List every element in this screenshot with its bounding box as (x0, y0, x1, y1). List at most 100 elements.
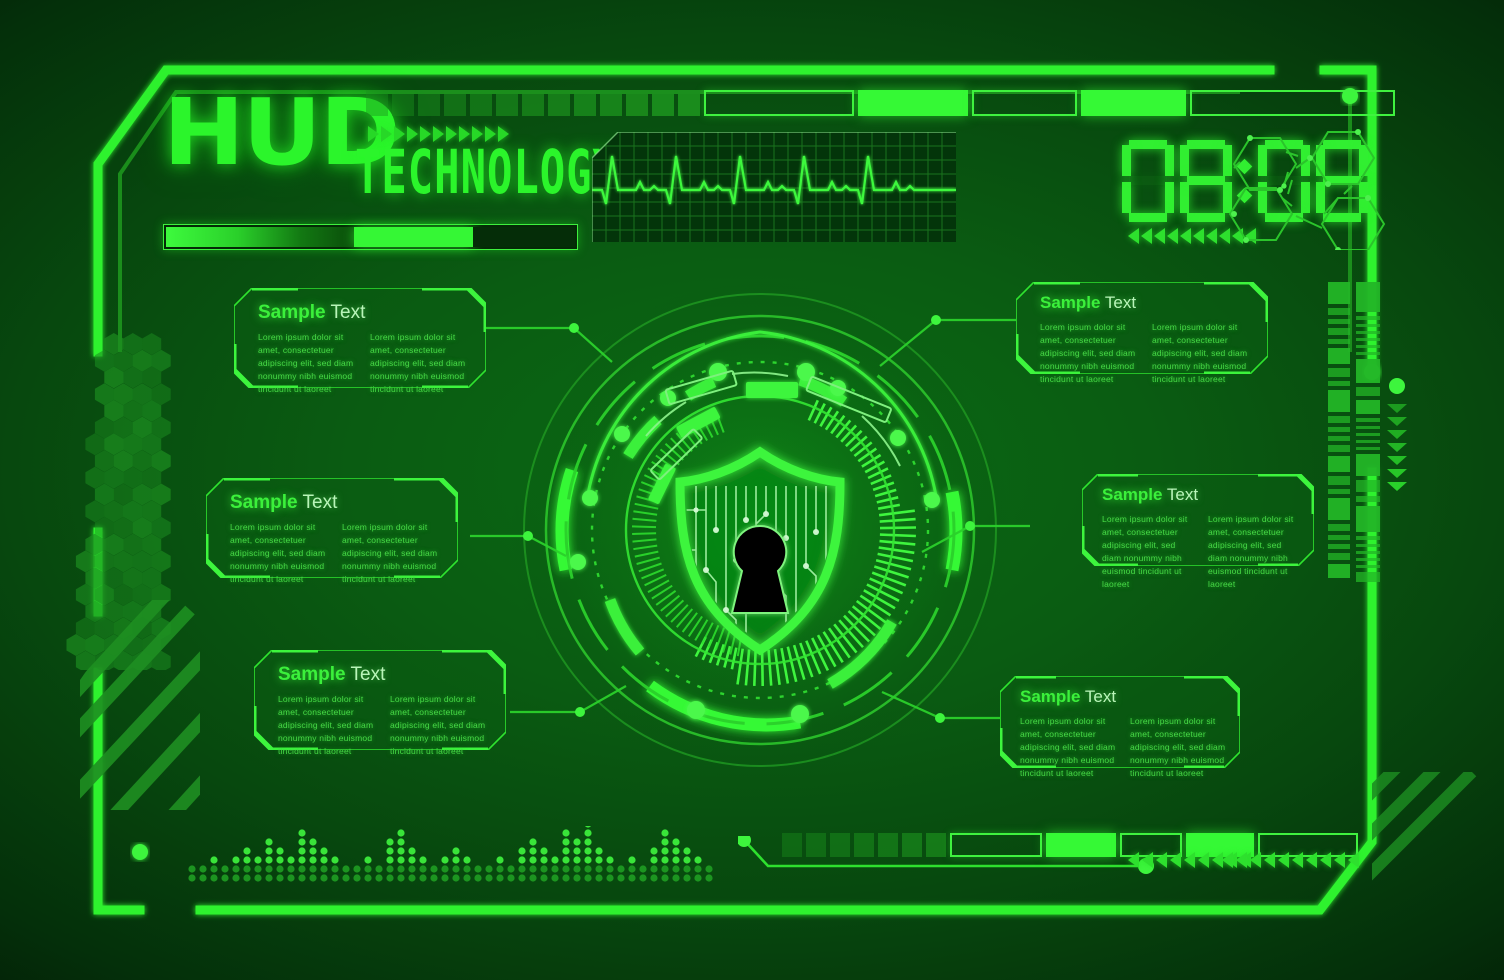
equalizer-dot (518, 865, 525, 872)
segment-square (548, 90, 570, 116)
equalizer-dot (320, 856, 327, 863)
equalizer-dot (628, 865, 635, 872)
equalizer-dot (254, 856, 261, 863)
indicator-bar (1328, 498, 1350, 520)
equalizer-dot (683, 874, 690, 881)
panel-bottom-left[interactable]: Sample Text Lorem ipsum dolor sit amet, … (254, 650, 506, 750)
panel-top-left[interactable]: Sample Text Lorem ipsum dolor sit amet, … (234, 288, 486, 388)
equalizer-dot (540, 856, 547, 863)
arrow-left-icon (1167, 228, 1178, 244)
panel-text-column: Lorem ipsum dolor sit amet, consectetuer… (1152, 321, 1250, 386)
arrow-left-icon (1348, 852, 1359, 868)
equalizer-dot (474, 865, 481, 872)
equalizer-dot (683, 856, 690, 863)
equalizer-dot (551, 856, 558, 863)
equalizer-dot (276, 865, 283, 872)
clock-segment (1180, 145, 1189, 176)
equalizer-dot (452, 865, 459, 872)
equalizer-dot (584, 838, 591, 845)
ecg-waveform (592, 132, 956, 242)
equalizer-dot (672, 838, 679, 845)
equalizer-dot (573, 847, 580, 854)
equalizer-dot (672, 865, 679, 872)
equalizer-dot (507, 865, 514, 872)
progress-bar[interactable] (163, 224, 578, 250)
segment-square (366, 90, 388, 116)
equalizer-dot (639, 865, 646, 872)
equalizer-dot (683, 865, 690, 872)
arrow-left-icon (1292, 852, 1303, 868)
indicator-bar (1328, 489, 1350, 494)
segment-square (878, 833, 898, 857)
equalizer-dot (221, 865, 228, 872)
equalizer-dot (650, 847, 657, 854)
equalizer-dot (452, 847, 459, 854)
top-segment-bar (366, 90, 1395, 116)
indicator-bar (1328, 416, 1350, 423)
chevron-down-icon (1387, 417, 1407, 426)
equalizer-dot (265, 838, 272, 845)
arrow-left-icon (1184, 852, 1195, 868)
arrow-left-icon (1278, 852, 1289, 868)
equalizer-dot (298, 874, 305, 881)
indicator-bar (1328, 319, 1350, 324)
indicator-bar (1328, 348, 1350, 364)
equalizer-dot (507, 874, 514, 881)
equalizer-dot (375, 874, 382, 881)
equalizer-dot (573, 838, 580, 845)
equalizer-dot (188, 865, 195, 872)
equalizer-dot (595, 856, 602, 863)
segment-square (418, 90, 440, 116)
equalizer-dot (386, 838, 393, 845)
equalizer-dot (463, 874, 470, 881)
equalizer-dot (342, 865, 349, 872)
segment-bar-outline (704, 90, 854, 116)
equalizer-dot (650, 874, 657, 881)
central-shield-hud (500, 270, 1020, 790)
equalizer-dot (485, 874, 492, 881)
panel-top-right[interactable]: Sample Text Lorem ipsum dolor sit amet, … (1016, 282, 1268, 374)
equalizer-dot (650, 856, 657, 863)
clock-segment (1187, 213, 1225, 222)
panel-mid-right[interactable]: Sample Text Lorem ipsum dolor sit amet, … (1082, 474, 1314, 566)
indicator-bar (1356, 454, 1380, 476)
node-dot (1389, 378, 1405, 394)
chevron-right-icon (485, 126, 496, 142)
equalizer-dot (386, 856, 393, 863)
equalizer-dot (419, 865, 426, 872)
arrow-left-icon (1193, 228, 1204, 244)
equalizer-dot (254, 874, 261, 881)
equalizer-dot (441, 874, 448, 881)
panel-heading: Sample Text (1040, 292, 1250, 314)
panel-mid-left[interactable]: Sample Text Lorem ipsum dolor sit amet, … (206, 478, 458, 578)
clock-segment (1165, 145, 1174, 176)
arrow-left-icon (1320, 852, 1331, 868)
equalizer-dot (243, 865, 250, 872)
equalizer-dot (265, 856, 272, 863)
panel-text-column: Lorem ipsum dolor sit amet, consectetuer… (278, 693, 376, 758)
indicator-bar (1328, 456, 1350, 472)
equalizer-dot (617, 874, 624, 881)
equalizer-dot (419, 856, 426, 863)
equalizer-dot (320, 874, 327, 881)
indicator-bar (1356, 551, 1380, 554)
equalizer-dot (606, 856, 613, 863)
panel-text-column: Lorem ipsum dolor sit amet, consectetuer… (1020, 715, 1116, 780)
indicator-bar (1356, 558, 1380, 561)
segment-bar-outline (950, 833, 1042, 857)
arrow-left-icon (1264, 852, 1275, 868)
panel-text-column: Lorem ipsum dolor sit amet, consectetuer… (370, 331, 468, 396)
panel-bottom-right[interactable]: Sample Text Lorem ipsum dolor sit amet, … (1000, 676, 1240, 768)
equalizer-dot (694, 856, 701, 863)
equalizer-dot (309, 856, 316, 863)
equalizer-dot (661, 865, 668, 872)
indicator-bar (1356, 359, 1380, 383)
equalizer-dot (573, 874, 580, 881)
chevron-right-icon (472, 126, 483, 142)
equalizer-dot (683, 847, 690, 854)
equalizer-dot (441, 856, 448, 863)
clock-segment (1180, 182, 1189, 213)
chevron-down-icon (1387, 404, 1407, 413)
equalizer-dot (408, 847, 415, 854)
equalizer-dot (309, 865, 316, 872)
